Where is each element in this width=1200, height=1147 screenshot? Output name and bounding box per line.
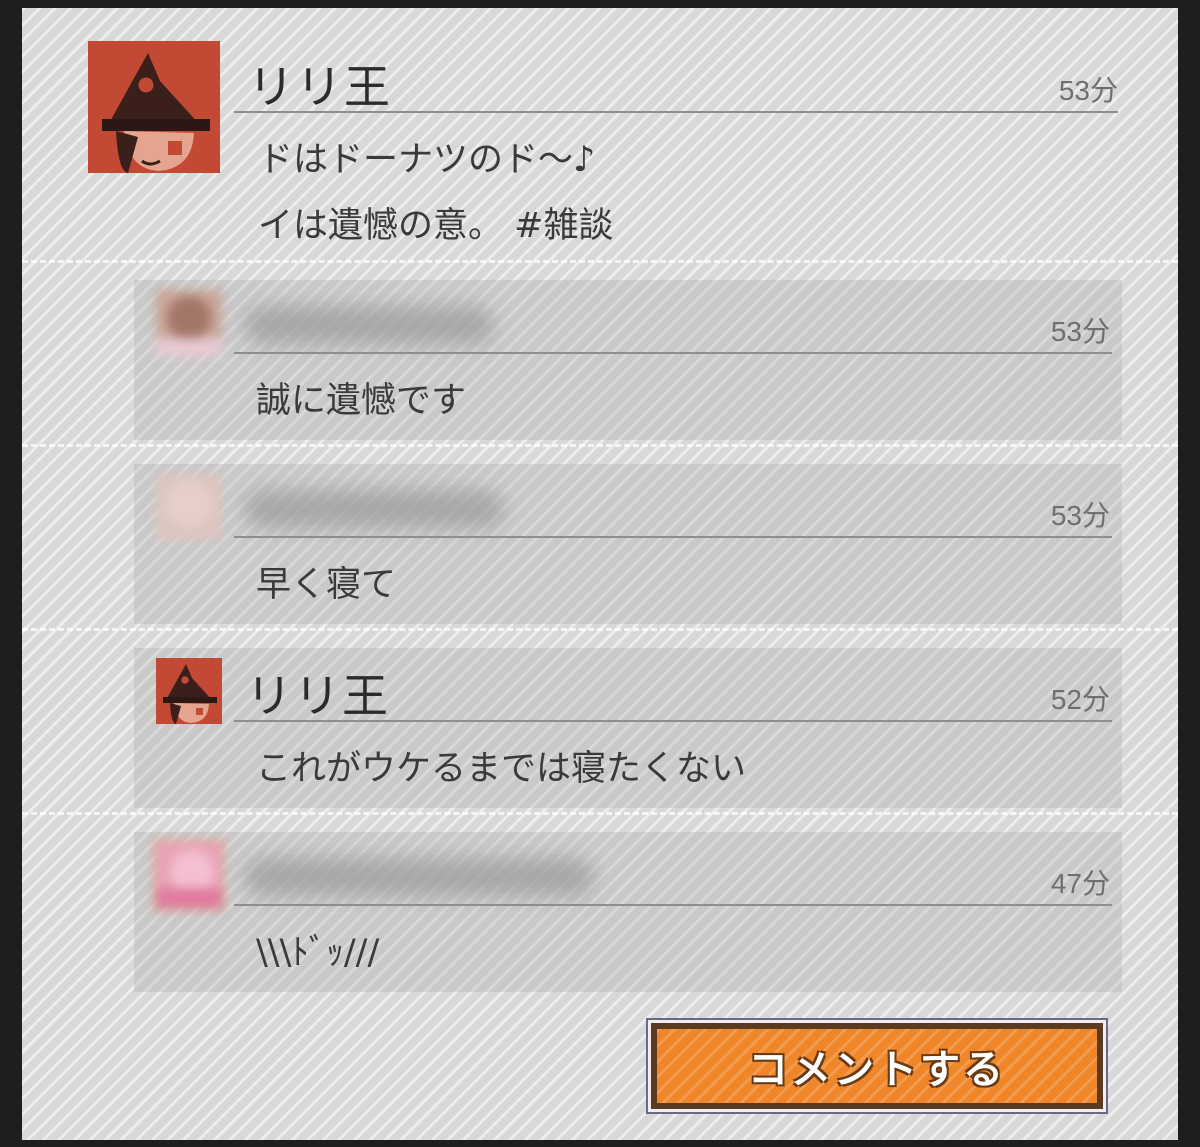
comment-item[interactable]: 47分 \\\ﾄﾞｯ/// bbox=[134, 832, 1122, 992]
separator bbox=[22, 628, 1178, 631]
comment-item[interactable]: 53分 誠に遺憾です bbox=[134, 280, 1122, 440]
comment-item[interactable]: リリ王 52分 これがウケるまでは寝たくない bbox=[134, 648, 1122, 808]
separator bbox=[22, 260, 1178, 263]
blurred-avatar-icon[interactable] bbox=[154, 840, 224, 910]
post-body-line-1: ドはドーナツのド～♪ bbox=[258, 140, 596, 180]
comment-timestamp: 53分 bbox=[1050, 500, 1110, 531]
blurred-username bbox=[244, 858, 594, 896]
comment-button[interactable]: コメントする bbox=[646, 1018, 1108, 1114]
witch-hat-avatar-icon[interactable] bbox=[156, 658, 222, 724]
comment-divider bbox=[234, 904, 1112, 906]
comment-text: \\\ﾄﾞｯ/// bbox=[256, 933, 380, 973]
comment-text: 早く寝て bbox=[256, 565, 397, 605]
witch-hat-avatar-icon[interactable] bbox=[88, 41, 220, 173]
comment-button-face[interactable]: コメントする bbox=[657, 1029, 1097, 1103]
post-body-line-2: イは遺憾の意。 #雑談 bbox=[258, 206, 614, 246]
original-post: リリ王 53分 ドはドーナツのド～♪ イは遺憾の意。 #雑談 bbox=[88, 41, 1118, 271]
separator bbox=[22, 812, 1178, 815]
comment-divider bbox=[234, 536, 1112, 538]
blurred-username bbox=[244, 490, 504, 528]
comment-thread-panel: リリ王 53分 ドはドーナツのド～♪ イは遺憾の意。 #雑談 53分 誠に遺憾で… bbox=[22, 8, 1178, 1140]
comment-divider bbox=[234, 352, 1112, 354]
comment-timestamp: 52分 bbox=[1050, 684, 1110, 715]
post-author-name: リリ王 bbox=[248, 60, 392, 114]
comment-divider bbox=[234, 720, 1112, 722]
comment-author-name: リリ王 bbox=[246, 669, 390, 723]
blurred-avatar-icon[interactable] bbox=[156, 474, 222, 540]
comment-text: これがウケるまでは寝たくない bbox=[256, 749, 747, 789]
blurred-username bbox=[244, 306, 494, 344]
blurred-avatar-icon[interactable] bbox=[156, 290, 222, 356]
comment-timestamp: 53分 bbox=[1050, 316, 1110, 347]
post-divider bbox=[234, 111, 1118, 113]
comment-text: 誠に遺憾です bbox=[256, 381, 467, 421]
comment-item[interactable]: 53分 早く寝て bbox=[134, 464, 1122, 624]
post-timestamp: 53分 bbox=[1058, 75, 1118, 106]
comment-button-label: コメントする bbox=[748, 1047, 1006, 1093]
comment-timestamp: 47分 bbox=[1050, 868, 1110, 899]
separator bbox=[22, 444, 1178, 447]
